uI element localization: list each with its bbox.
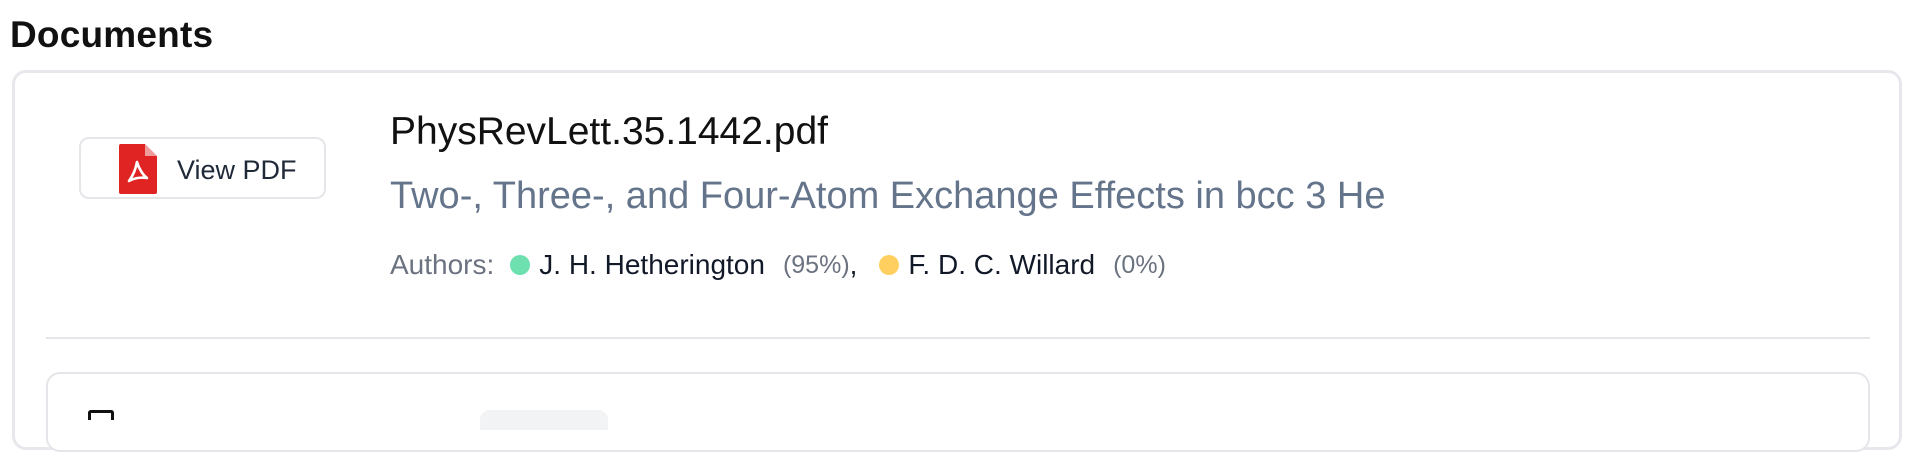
- author-percent: (95%): [782, 250, 850, 279]
- author-separator: ,: [849, 249, 858, 280]
- view-pdf-button[interactable]: View PDF: [79, 137, 326, 199]
- next-document-card: [46, 372, 1870, 452]
- button-stub[interactable]: [480, 410, 608, 430]
- divider: [46, 337, 1870, 339]
- authors-row: Authors: J. H. Hetherington (95%) , F. D…: [390, 249, 1166, 281]
- authors-label: Authors:: [390, 249, 495, 280]
- author-percent: (0%): [1113, 250, 1166, 279]
- author-name[interactable]: J. H. Hetherington: [539, 249, 765, 281]
- section-title: Documents: [10, 14, 214, 55]
- view-pdf-label: View PDF: [177, 155, 297, 185]
- document-title: Two-, Three-, and Four-Atom Exchange Eff…: [390, 175, 1386, 217]
- author-status-dot: [510, 255, 531, 275]
- author-name[interactable]: F. D. C. Willard: [908, 249, 1095, 281]
- pdf-file-icon: [119, 144, 157, 194]
- document-filename: PhysRevLett.35.1442.pdf: [390, 110, 828, 153]
- author-status-dot: [879, 255, 900, 275]
